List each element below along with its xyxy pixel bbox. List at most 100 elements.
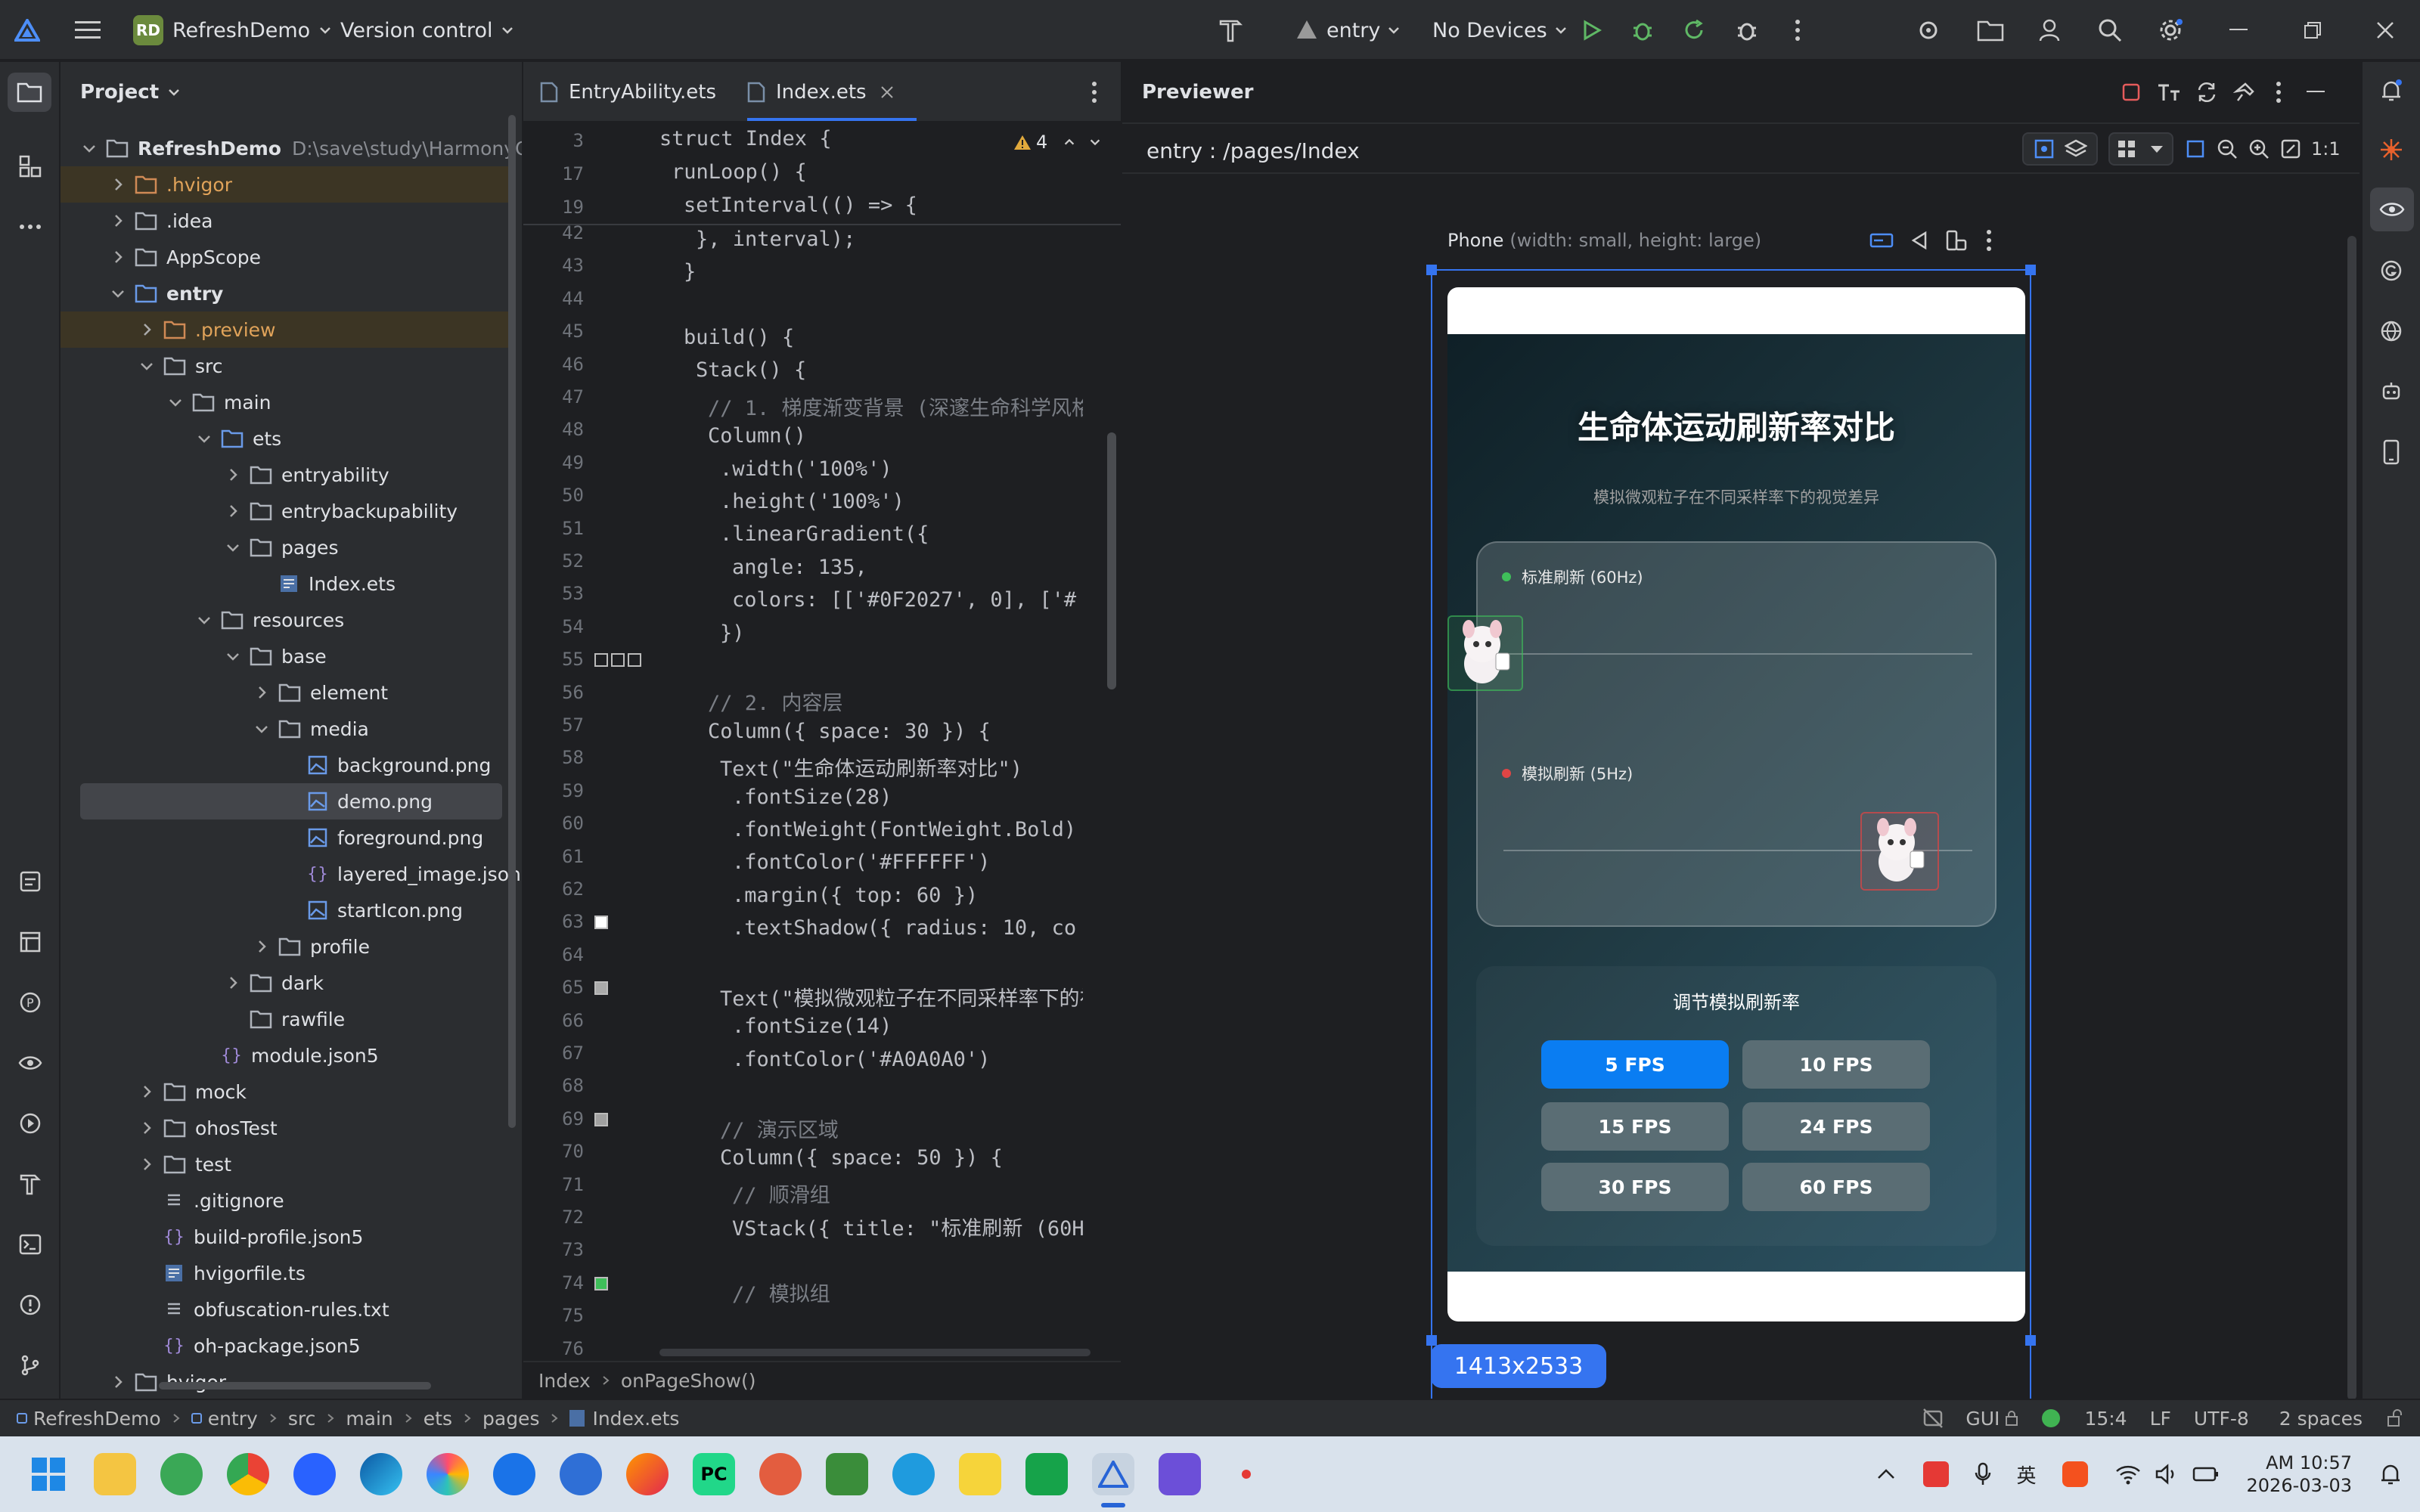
tree-item[interactable]: dark <box>60 965 514 1001</box>
device-options-icon[interactable] <box>1986 229 1992 252</box>
back-triangle-icon[interactable] <box>1909 230 1930 251</box>
tree-item[interactable]: src <box>60 348 514 384</box>
file-encoding[interactable]: UTF-8 <box>2194 1408 2249 1430</box>
chevron-right-icon[interactable] <box>109 1373 127 1391</box>
chevron-right-icon[interactable] <box>138 1119 156 1137</box>
device-selector[interactable]: No Devices <box>1432 0 1568 60</box>
structure-icon[interactable] <box>15 151 45 181</box>
tree-item[interactable]: pages <box>60 529 514 565</box>
tree-item[interactable]: {} oh-package.json5 <box>60 1328 514 1364</box>
tree-item[interactable]: {} module.json5 <box>60 1037 514 1074</box>
globe-icon[interactable] <box>2376 316 2406 346</box>
clock[interactable]: AM 10:57 2026-03-03 <box>2247 1452 2352 1497</box>
tree-item[interactable]: .preview <box>60 311 514 348</box>
robot-icon[interactable] <box>2376 376 2406 407</box>
tree-item[interactable]: media <box>60 711 514 747</box>
previewer-eye-icon[interactable] <box>2370 187 2414 231</box>
hide-panel-icon[interactable] <box>2302 79 2329 106</box>
build-hammer-icon[interactable] <box>1215 15 1248 45</box>
attach-debugger-icon[interactable] <box>1733 17 1761 44</box>
code-line[interactable]: Text("生命体运动刷新率对比") <box>720 752 1022 782</box>
code-line[interactable]: build() { <box>684 326 794 349</box>
path-segment[interactable]: Index.ets <box>592 1408 679 1430</box>
studio-app-icon[interactable] <box>1159 1453 1201 1495</box>
build-icon[interactable] <box>15 1169 45 1199</box>
recorder-icon[interactable] <box>1225 1453 1267 1495</box>
layers-icon[interactable] <box>2065 138 2087 160</box>
code-line[interactable]: }) <box>720 621 745 645</box>
edge-icon[interactable] <box>360 1453 402 1495</box>
deveco-taskbar-icon[interactable] <box>1092 1453 1134 1495</box>
code-line[interactable]: } <box>684 260 696 284</box>
code-line[interactable]: .linearGradient({ <box>720 522 929 546</box>
preview-scrollbar[interactable] <box>2347 236 2356 1400</box>
chevron-down-icon[interactable] <box>224 538 242 556</box>
device-phone-icon[interactable] <box>2376 437 2406 467</box>
gradle-icon[interactable] <box>2376 256 2406 286</box>
project-switcher[interactable]: RD RefreshDemo <box>133 0 333 60</box>
chevron-right-icon[interactable] <box>224 466 242 484</box>
fps-15-button[interactable]: 15 FPS <box>1541 1102 1729 1151</box>
tree-item[interactable]: entryability <box>60 457 514 493</box>
chevron-right-icon[interactable] <box>253 683 271 702</box>
warnings-indicator[interactable]: 4 <box>1013 132 1102 153</box>
chevron-down-icon[interactable] <box>1088 135 1102 149</box>
chevron-up-icon[interactable] <box>1063 135 1076 149</box>
code-line[interactable]: .height('100%') <box>720 490 904 513</box>
terminal-icon[interactable] <box>15 1229 45 1259</box>
tree-item[interactable]: mock <box>60 1074 514 1110</box>
tree-item[interactable]: foreground.png <box>60 820 514 856</box>
breadcrumb-struct[interactable]: Index <box>538 1370 591 1392</box>
code-line[interactable]: .width('100%') <box>720 457 892 481</box>
git-icon[interactable] <box>15 1350 45 1380</box>
zoom-in-icon[interactable] <box>2248 138 2270 160</box>
photos-icon[interactable] <box>427 1453 469 1495</box>
s-app-icon[interactable] <box>560 1453 602 1495</box>
todo-icon[interactable] <box>15 866 45 897</box>
fit-screen-icon[interactable] <box>2279 138 2302 160</box>
code-line[interactable]: .fontSize(28) <box>732 785 892 809</box>
multi-device-dropdown[interactable] <box>2108 132 2173 166</box>
code-line[interactable]: angle: 135, <box>732 556 867 579</box>
shop-app-icon[interactable] <box>826 1453 868 1495</box>
qq-browser-icon[interactable] <box>493 1453 535 1495</box>
code-line[interactable]: // 1. 梯度渐变背景 (深邃生命科学风格) <box>708 392 1083 421</box>
project-folder-icon[interactable] <box>1975 17 2006 44</box>
code-line[interactable]: .textShadow({ radius: 10, co <box>732 916 1076 940</box>
breadcrumb-method[interactable]: onPageShow() <box>621 1370 756 1392</box>
tree-item[interactable]: element <box>60 674 514 711</box>
code-line[interactable]: // 模拟组 <box>732 1278 830 1307</box>
main-menu-icon[interactable] <box>73 17 103 44</box>
color-swatch-icon[interactable] <box>594 1276 608 1290</box>
inspector-icon[interactable] <box>15 1048 45 1078</box>
path-segment[interactable]: main <box>346 1408 392 1430</box>
code-line[interactable]: Column({ space: 30 }) { <box>708 720 991 743</box>
close-window-icon[interactable] <box>2372 17 2399 44</box>
chevron-down-icon[interactable] <box>224 647 242 665</box>
indent-setting[interactable]: 2 spaces <box>2279 1408 2363 1430</box>
tree-item[interactable]: {} layered_image.json <box>60 856 521 892</box>
color-swatch-icon[interactable] <box>594 981 608 996</box>
tree-item[interactable]: test <box>60 1146 514 1182</box>
tree-item[interactable]: entry <box>60 275 514 311</box>
swirl-app-icon[interactable] <box>759 1453 802 1495</box>
pycharm-icon[interactable]: PC <box>693 1453 735 1495</box>
wrap-device-icon[interactable] <box>1869 231 1894 249</box>
color-swatch-icon[interactable] <box>594 1112 608 1126</box>
code-line[interactable]: Column() <box>708 424 806 448</box>
green-app-icon[interactable] <box>1025 1453 1068 1495</box>
tree-item[interactable]: profile <box>60 928 514 965</box>
code-line[interactable]: Stack() { <box>696 358 806 382</box>
project-tool-folder-icon[interactable] <box>8 73 51 112</box>
chevron-down-icon[interactable] <box>138 357 156 375</box>
browser-icon[interactable] <box>293 1453 336 1495</box>
editor-hscrollbar[interactable] <box>659 1349 1091 1356</box>
close-tab-icon[interactable] <box>880 85 894 99</box>
chevron-right-icon[interactable] <box>224 502 242 520</box>
restore-window-icon[interactable] <box>2299 17 2326 44</box>
chevron-right-icon[interactable] <box>109 212 127 230</box>
sogou-tray-icon[interactable] <box>2062 1461 2088 1487</box>
settings-gear-icon[interactable] <box>2157 17 2184 44</box>
tree-item[interactable]: startIcon.png <box>60 892 514 928</box>
component-inspector-icon[interactable] <box>2033 138 2055 160</box>
